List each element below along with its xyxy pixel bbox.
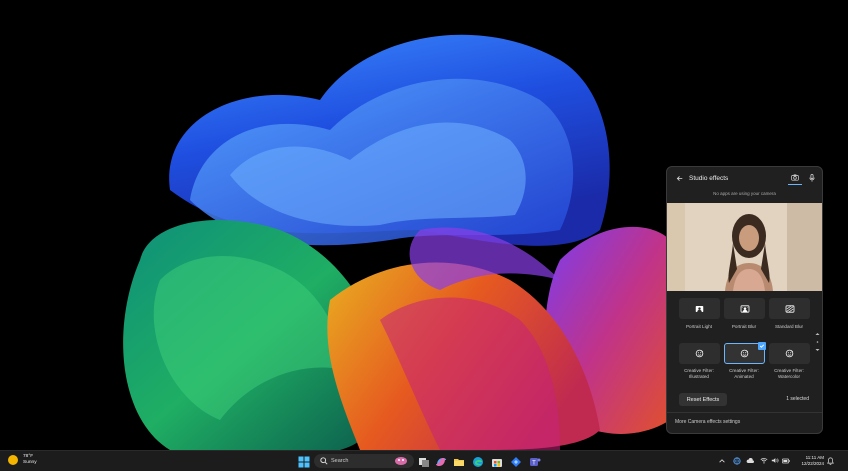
portrait-light-icon <box>695 305 704 312</box>
copilot-icon <box>436 457 446 467</box>
camera-preview <box>667 203 822 291</box>
show-hidden-icons-button[interactable] <box>718 456 726 465</box>
taskbar: 78°F Sunny Search T 11:11 AM 12/22/2024 <box>0 450 848 471</box>
camera-preview-image <box>667 203 822 291</box>
weather-widget[interactable]: 78°F Sunny <box>8 454 37 466</box>
store-button[interactable] <box>491 455 503 467</box>
more-camera-settings-link[interactable]: More Camera effects settings <box>675 419 740 425</box>
wifi-tray-icon[interactable] <box>760 456 768 465</box>
taskbar-search[interactable]: Search <box>314 454 414 468</box>
effect-label-creative-watercolor: Creative Filter: Watercolor <box>774 368 804 379</box>
bell-icon <box>826 456 834 465</box>
svg-text:T: T <box>532 461 536 467</box>
battery-icon <box>782 458 790 463</box>
speaker-icon <box>771 458 779 463</box>
sunny-icon <box>8 455 18 465</box>
microphone-icon <box>809 174 815 182</box>
creative-filter-icon <box>785 349 794 358</box>
volume-tray-icon[interactable] <box>771 456 779 465</box>
camera-status-text: No apps are using your camera <box>713 191 776 196</box>
task-view-icon <box>419 458 429 467</box>
checkmark-icon <box>759 344 765 348</box>
effect-label-creative-animated: Creative Filter: Animated <box>729 368 759 379</box>
effect-tile-portrait-light[interactable] <box>679 298 720 319</box>
weather-condition: Sunny <box>23 460 37 465</box>
effect-label-portrait-blur: Portrait Blur <box>731 324 757 329</box>
chevron-up-icon <box>719 458 725 462</box>
portrait-blur-icon <box>740 304 749 313</box>
effect-tile-portrait-blur[interactable] <box>724 298 765 319</box>
app-button-blue[interactable] <box>510 455 522 467</box>
scroll-arrows-icon <box>815 333 820 351</box>
teams-button[interactable]: T <box>529 455 541 467</box>
studio-effects-panel: Studio effects No apps are using your ca… <box>666 166 823 434</box>
back-button[interactable] <box>672 171 686 185</box>
windows-logo-icon <box>298 456 310 468</box>
clock-date: 12/22/2024 <box>801 461 824 466</box>
camera-icon <box>791 174 799 181</box>
effects-scroll-control[interactable] <box>815 332 820 352</box>
panel-divider <box>667 412 822 413</box>
standard-blur-icon <box>785 304 794 313</box>
effect-label-portrait-light: Portrait Light <box>685 324 713 329</box>
folder-icon <box>454 459 464 466</box>
effect-label-standard-blur: Standard Blur <box>774 324 804 329</box>
camera-tab[interactable] <box>788 171 802 185</box>
effect-tile-creative-illustrated[interactable] <box>679 343 720 364</box>
task-view-button[interactable] <box>418 455 430 467</box>
start-button[interactable] <box>298 455 310 468</box>
selected-check-badge <box>758 342 766 350</box>
effect-tile-creative-animated[interactable] <box>724 342 766 364</box>
edge-icon <box>473 457 483 467</box>
notifications-button[interactable] <box>826 456 834 465</box>
creative-filter-icon <box>740 349 749 358</box>
panel-title: Studio effects <box>689 174 729 182</box>
back-arrow-icon <box>676 175 682 181</box>
tray-app-icon[interactable] <box>733 456 741 465</box>
network-globe-icon <box>733 456 741 465</box>
file-explorer-button[interactable] <box>453 455 465 467</box>
search-placeholder: Search <box>331 458 349 464</box>
effect-label-creative-illustrated: Creative Filter: Illustrated <box>684 368 714 379</box>
teams-icon: T <box>530 458 541 467</box>
reset-effects-button[interactable]: Reset Effects <box>679 393 727 406</box>
creative-filter-icon <box>695 349 704 358</box>
copilot-button[interactable] <box>435 455 447 467</box>
wifi-icon <box>760 458 768 464</box>
store-icon <box>492 459 502 467</box>
effect-tile-standard-blur[interactable] <box>769 298 810 319</box>
cloud-icon <box>746 457 754 463</box>
battery-tray-icon[interactable] <box>782 456 790 465</box>
panel-header: Studio effects <box>667 167 822 189</box>
weather-text: 78°F Sunny <box>23 454 37 466</box>
selected-count-text: 1 selected <box>786 396 809 402</box>
microphone-tab[interactable] <box>805 171 819 185</box>
search-icon <box>320 457 328 465</box>
onedrive-tray-icon[interactable] <box>746 456 754 465</box>
taskbar-clock[interactable]: 11:11 AM 12/22/2024 <box>794 455 824 467</box>
app-icon <box>511 457 521 467</box>
search-highlight-icon <box>395 457 407 465</box>
effect-tile-creative-watercolor[interactable] <box>769 343 810 364</box>
edge-button[interactable] <box>472 455 484 467</box>
